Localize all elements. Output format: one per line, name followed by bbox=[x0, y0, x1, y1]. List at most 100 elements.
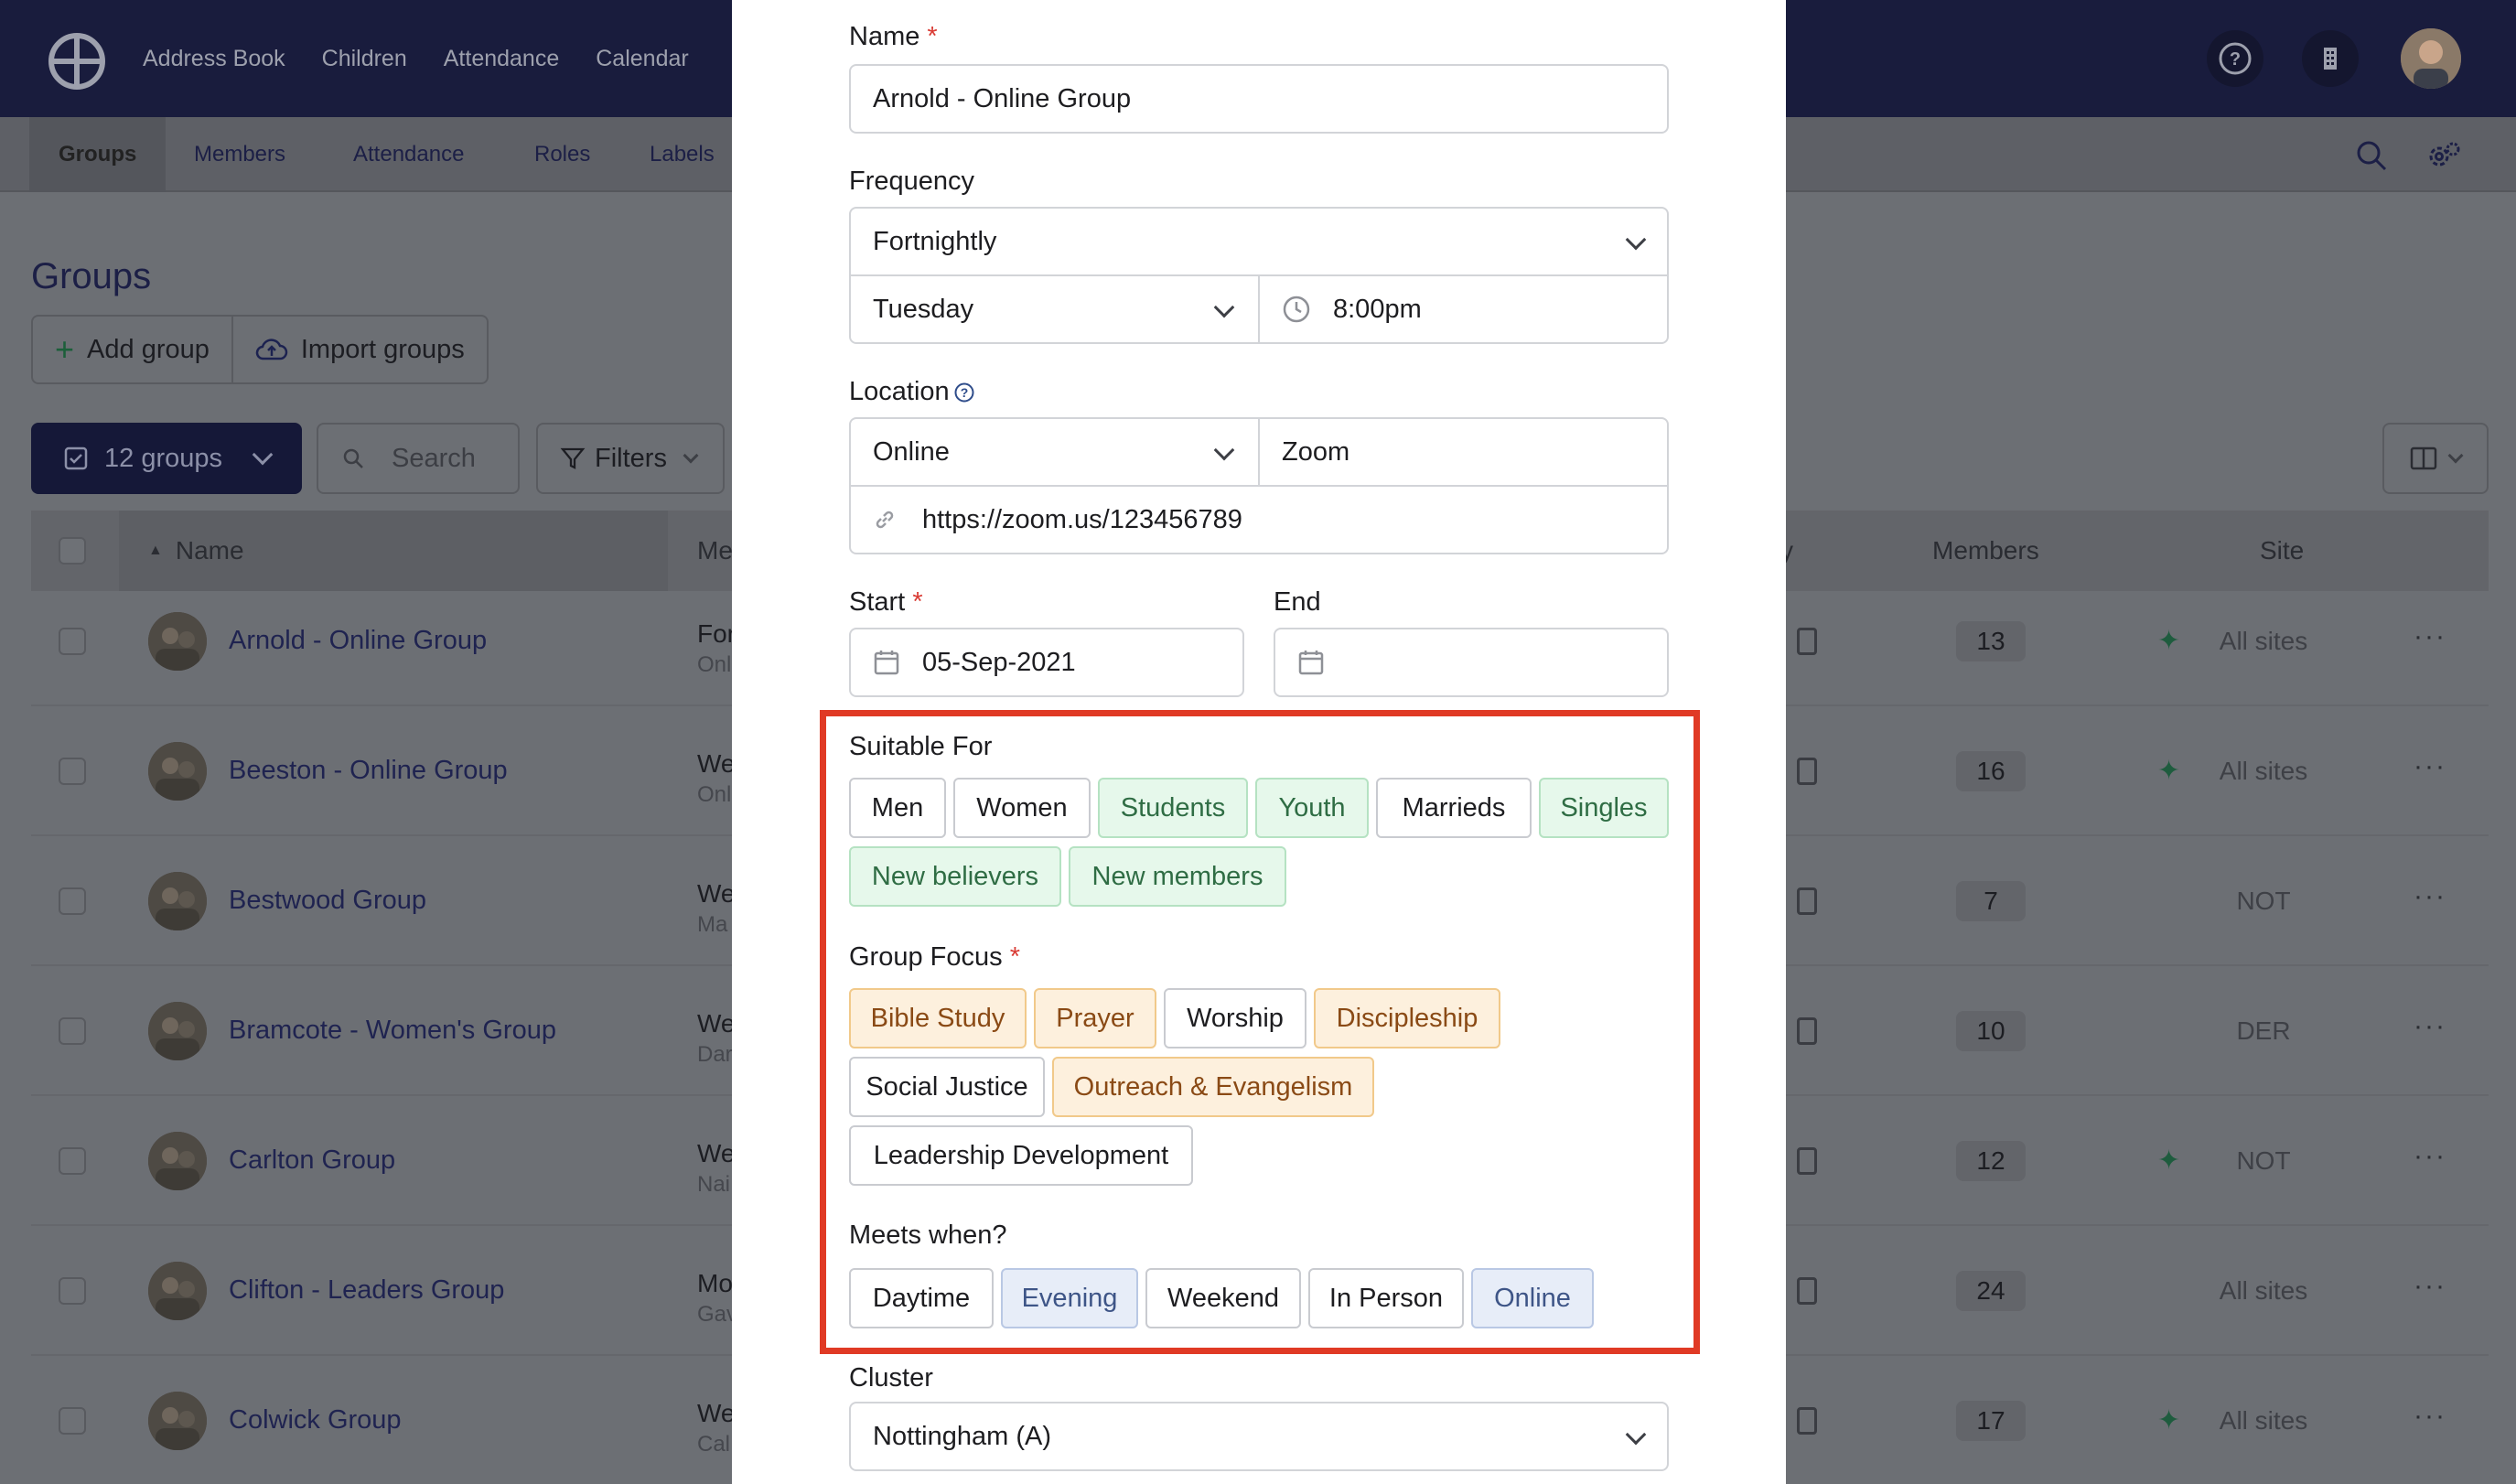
group-focus-label: Group Focus * bbox=[849, 942, 1020, 972]
tab-members[interactable]: Members bbox=[194, 117, 285, 192]
tag-weekend[interactable]: Weekend bbox=[1145, 1268, 1301, 1328]
tag-discipleship[interactable]: Discipleship bbox=[1314, 988, 1500, 1048]
row-menu-icon[interactable]: ··· bbox=[2414, 1401, 2446, 1432]
time-input[interactable]: 8:00pm bbox=[1258, 274, 1669, 344]
tag-men[interactable]: Men bbox=[849, 778, 946, 838]
tag-evening[interactable]: Evening bbox=[1001, 1268, 1138, 1328]
chevron-down-icon bbox=[683, 447, 699, 464]
group-name-link[interactable]: Clifton - Leaders Group bbox=[229, 1226, 504, 1354]
tag-online[interactable]: Online bbox=[1471, 1268, 1594, 1328]
search-icon[interactable] bbox=[2353, 137, 2390, 174]
tag-new-believers[interactable]: New believers bbox=[849, 846, 1061, 907]
tag-leadership-development[interactable]: Leadership Development bbox=[849, 1125, 1193, 1186]
row-menu-icon[interactable]: ··· bbox=[2414, 1271, 2446, 1302]
tag-in-person[interactable]: In Person bbox=[1308, 1268, 1464, 1328]
cloud-upload-icon bbox=[255, 339, 288, 360]
svg-text:?: ? bbox=[2230, 49, 2241, 70]
meeting-schedule: We bbox=[697, 879, 736, 908]
app-logo-icon[interactable] bbox=[48, 32, 106, 91]
settings-gear-icon[interactable] bbox=[2425, 137, 2463, 176]
tag-singles[interactable]: Singles bbox=[1539, 778, 1669, 838]
filters-button[interactable]: Filters bbox=[536, 423, 725, 494]
site-value: DER bbox=[2236, 1016, 2291, 1045]
start-date-input[interactable]: 05-Sep-2021 bbox=[849, 628, 1244, 697]
name-input[interactable]: Arnold - Online Group bbox=[849, 64, 1669, 134]
import-groups-button[interactable]: Import groups bbox=[231, 317, 487, 382]
top-nav: Address Book Children Attendance Calenda… bbox=[143, 0, 689, 117]
member-count-badge: 13 bbox=[1956, 621, 2026, 661]
row-checkbox[interactable] bbox=[59, 628, 86, 655]
row-checkbox[interactable] bbox=[59, 758, 86, 785]
row-checkbox[interactable] bbox=[59, 1407, 86, 1435]
site-value: All sites bbox=[2219, 1276, 2308, 1305]
columns-button[interactable] bbox=[2382, 423, 2489, 494]
select-all-checkbox[interactable] bbox=[59, 537, 86, 565]
tag-bible-study[interactable]: Bible Study bbox=[849, 988, 1027, 1048]
row-menu-icon[interactable]: ··· bbox=[2414, 621, 2446, 652]
tag-youth[interactable]: Youth bbox=[1255, 778, 1369, 838]
location-type-select[interactable]: Online bbox=[849, 417, 1260, 487]
group-name-link[interactable]: Carlton Group bbox=[229, 1096, 395, 1224]
group-name-link[interactable]: Beeston - Online Group bbox=[229, 706, 508, 834]
site-value: NOT bbox=[2236, 1146, 2291, 1175]
row-checkbox[interactable] bbox=[59, 1147, 86, 1175]
tag-worship[interactable]: Worship bbox=[1164, 988, 1306, 1048]
frequency-select[interactable]: Fortnightly bbox=[849, 207, 1669, 276]
tag-women[interactable]: Women bbox=[953, 778, 1091, 838]
meeting-location: Onl bbox=[697, 652, 732, 677]
tag-outreach-evangelism[interactable]: Outreach & Evangelism bbox=[1052, 1057, 1374, 1117]
tag-social-justice[interactable]: Social Justice bbox=[849, 1057, 1045, 1117]
row-checkbox[interactable] bbox=[59, 887, 86, 915]
search-placeholder: Search bbox=[392, 443, 476, 473]
group-name-link[interactable]: Bramcote - Women's Group bbox=[229, 966, 556, 1094]
chevron-down-icon bbox=[1213, 296, 1235, 318]
row-menu-icon[interactable]: ··· bbox=[2414, 881, 2446, 912]
search-input[interactable]: Search bbox=[317, 423, 520, 494]
add-group-button[interactable]: + Add group bbox=[33, 317, 231, 382]
chevron-down-icon bbox=[1625, 229, 1647, 251]
end-date-input[interactable] bbox=[1274, 628, 1669, 697]
location-url-input[interactable]: https://zoom.us/123456789 bbox=[849, 485, 1669, 554]
meets-when-label: Meets when? bbox=[849, 1221, 1007, 1250]
help-button[interactable]: ? bbox=[2207, 30, 2263, 87]
columns-icon bbox=[2410, 446, 2437, 470]
member-count-badge: 12 bbox=[1956, 1141, 2026, 1181]
nav-attendance[interactable]: Attendance bbox=[444, 46, 560, 72]
member-count-badge: 24 bbox=[1956, 1271, 2026, 1311]
group-selection-button[interactable]: 12 groups bbox=[31, 423, 302, 494]
row-checkbox[interactable] bbox=[59, 1277, 86, 1305]
tag-students[interactable]: Students bbox=[1098, 778, 1248, 838]
tab-attendance[interactable]: Attendance bbox=[353, 117, 464, 192]
sort-ascending-icon: ▲ bbox=[148, 543, 163, 558]
row-menu-icon[interactable]: ··· bbox=[2414, 751, 2446, 782]
nav-calendar[interactable]: Calendar bbox=[596, 46, 688, 72]
group-avatar bbox=[148, 612, 207, 671]
groups-count-label: 12 groups bbox=[104, 443, 222, 473]
group-name-link[interactable]: Bestwood Group bbox=[229, 836, 426, 964]
tag-prayer[interactable]: Prayer bbox=[1034, 988, 1156, 1048]
nav-children[interactable]: Children bbox=[322, 46, 407, 72]
site-value: NOT bbox=[2236, 887, 2291, 915]
nav-address-book[interactable]: Address Book bbox=[143, 46, 285, 72]
cluster-select[interactable]: Nottingham (A) bbox=[849, 1402, 1669, 1471]
tab-labels[interactable]: Labels bbox=[650, 117, 715, 192]
organisation-button[interactable] bbox=[2302, 30, 2359, 87]
tag-new-members[interactable]: New members bbox=[1069, 846, 1286, 907]
tag-marrieds[interactable]: Marrieds bbox=[1376, 778, 1532, 838]
day-select[interactable]: Tuesday bbox=[849, 274, 1260, 344]
row-menu-icon[interactable]: ··· bbox=[2414, 1011, 2446, 1042]
group-avatar bbox=[148, 1002, 207, 1060]
group-name-link[interactable]: Colwick Group bbox=[229, 1356, 402, 1484]
meeting-location: Nai bbox=[697, 1172, 731, 1197]
location-platform-input[interactable]: Zoom bbox=[1258, 417, 1669, 487]
row-checkbox[interactable] bbox=[59, 1017, 86, 1045]
help-icon[interactable]: ? bbox=[953, 382, 975, 403]
row-menu-icon[interactable]: ··· bbox=[2414, 1141, 2446, 1172]
tag-daytime[interactable]: Daytime bbox=[849, 1268, 994, 1328]
tab-groups[interactable]: Groups bbox=[29, 117, 167, 192]
help-icon: ? bbox=[2219, 42, 2252, 75]
tab-roles[interactable]: Roles bbox=[534, 117, 590, 192]
group-name-link[interactable]: Arnold - Online Group bbox=[229, 576, 487, 704]
user-avatar[interactable] bbox=[2401, 28, 2461, 89]
end-field-label: End bbox=[1274, 587, 1321, 617]
